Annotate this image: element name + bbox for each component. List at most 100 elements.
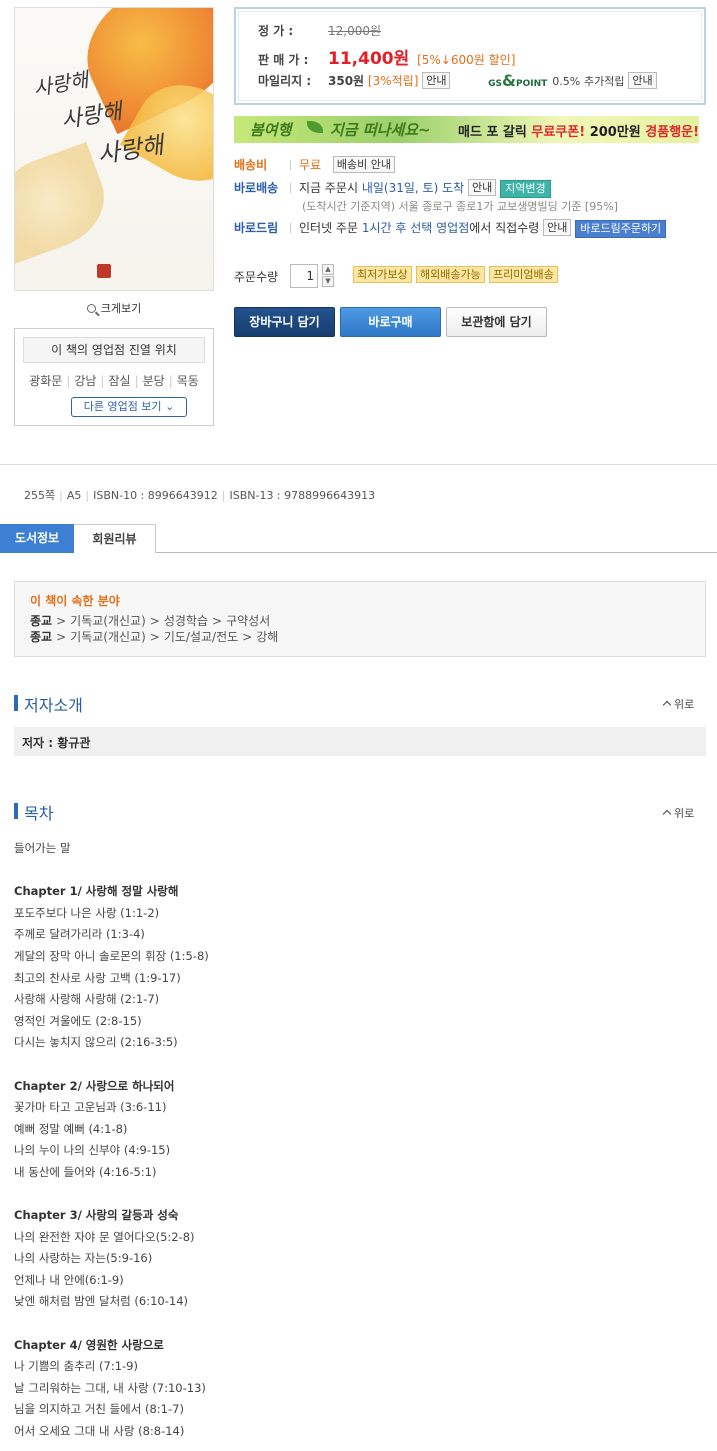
premium-delivery-tag[interactable]: 프리미엄배송 [489, 266, 558, 283]
category-link[interactable]: 종교 [30, 630, 52, 644]
promo-banner[interactable]: 봄여행 지금 떠나세요~ 매드 포 갈릭 무료쿠폰! 200만원 경품행운! [234, 116, 699, 143]
baro-drim-label: 바로드림 [234, 221, 279, 235]
divider [290, 160, 291, 170]
toc-chapter-heading: Chapter 1/ 사랑해 정말 사랑해 [14, 884, 179, 899]
discount-text: [5%↓600원 할인] [417, 53, 516, 67]
other-stores-label: 다른 영업점 보기 [83, 400, 162, 413]
divider: | [66, 374, 71, 388]
section-marker [14, 695, 18, 711]
toc-item: 나의 누이 나의 신부야 (4:9-15) [14, 1143, 171, 1158]
banner-text: 지금 떠나세요~ [330, 121, 431, 139]
toc-item: 주께로 달려가리라 (1:3-4) [14, 927, 145, 942]
delivery-fee-row: 배송비 무료 배송비 안내 [234, 156, 396, 173]
category-link[interactable]: 구약성서 [226, 614, 270, 628]
toc-chapter-heading: Chapter 4/ 영원한 사랑으로 [14, 1337, 164, 1352]
toc-chapter-heading: Chapter 3/ 사랑의 갈등과 성숙 [14, 1208, 179, 1223]
tab-book-info[interactable]: 도서정보 [0, 524, 74, 553]
publisher-logo [97, 264, 111, 278]
gs-rate: 0.5% [552, 75, 581, 88]
toc-item: 영적인 겨울에도 (2:8-15) [14, 1013, 142, 1028]
buy-now-button[interactable]: 바로구매 [340, 307, 441, 337]
author-section-title: 저자소개 [24, 696, 83, 715]
quantity-increase-button[interactable]: ▲ [322, 264, 334, 275]
store-location-title: 이 책의 영업점 진열 위치 [23, 337, 205, 363]
category-link[interactable]: 성경학습 [164, 614, 208, 628]
overseas-shipping-tag[interactable]: 해외배송가능 [416, 266, 485, 283]
toc-item: 다시는 놓치지 않으리 (2:16-3:5) [14, 1035, 178, 1050]
region-change-button[interactable]: 지역변경 [500, 180, 551, 198]
book-cover-image[interactable]: 사랑해 사랑해 사랑해 [14, 7, 214, 291]
gs-info-button[interactable]: 안내 [628, 72, 657, 89]
store-link[interactable]: 잠실 [108, 374, 130, 388]
quantity-input[interactable]: 1 [290, 264, 318, 288]
mileage-label: 마일리지 : [258, 74, 312, 88]
other-stores-button[interactable]: 다른 영업점 보기 ⌄ [71, 397, 187, 417]
divider [0, 464, 717, 465]
chevron-right-icon: > [212, 614, 223, 628]
toc-item: 나의 완전한 자야 문 열어다오(5:2-8) [14, 1229, 195, 1244]
category-title: 이 책이 속한 분야 [30, 594, 120, 608]
toc-section-title: 목차 [24, 804, 54, 823]
banner-offer: 매드 포 갈릭 무료쿠폰! 200만원 경품행운! [458, 121, 699, 140]
category-link[interactable]: 기도/설교/전도 [164, 630, 238, 644]
lowest-price-tag[interactable]: 최저가보상 [353, 266, 412, 283]
back-to-top-link[interactable]: 위로 [664, 805, 694, 821]
store-location-box: 이 책의 영업점 진열 위치 광화문 | 강남 | 잠실 | 분당 | 목동 다른 영업점 보기… [14, 328, 214, 426]
chevron-right-icon: > [149, 614, 160, 628]
direct-delivery-row: 바로배송 지금 주문시 내일(31일, 토) 도착 안내 지역변경 [234, 179, 551, 198]
mileage-row: 마일리지 : 350원 [3%적립] 안내 GS&POINT 0.5% 추가적립 안… [258, 72, 657, 89]
delivery-fee-info-button[interactable]: 배송비 안내 [332, 156, 396, 173]
leaf-icon [307, 121, 323, 133]
toc-item: 어서 오세요 그대 내 사랑 (8:8-14) [14, 1424, 185, 1439]
back-to-top-link[interactable]: 위로 [664, 696, 694, 712]
quantity-label: 주문수량 [234, 270, 279, 284]
category-link[interactable]: 기독교(개신교) [70, 614, 146, 628]
category-path: 종교 > 기독교(개신교) > 기도/설교/전도 > 강해 [30, 628, 278, 645]
sale-price-label: 판 매 가 : [258, 53, 309, 67]
list-price-value: 12,000원 [328, 24, 382, 38]
mileage-value: 350원 [328, 74, 365, 88]
gs-text: 추가적립 [584, 75, 625, 88]
divider [290, 223, 291, 233]
zoom-link[interactable]: 크게보기 [14, 300, 214, 316]
gs-logo-point-text: POINT [515, 79, 548, 89]
add-to-wishlist-button[interactable]: 보관함에 담기 [446, 307, 547, 337]
direct-delivery-info-button[interactable]: 안내 [468, 179, 497, 196]
toc-spacer [14, 1184, 704, 1206]
baro-drim-order-button[interactable]: 바로드림주문하기 [575, 220, 667, 238]
toc-item: 님을 의지하고 거친 들에서 (8:1-7) [14, 1402, 184, 1417]
divider [290, 183, 291, 193]
mileage-info-button[interactable]: 안내 [422, 72, 451, 89]
list-price-row: 정 가 : 12,000원 [258, 22, 381, 39]
category-box: 이 책이 속한 분야 종교 > 기독교(개신교) > 성경학습 > 구약성서 종교 > 기독교(… [14, 581, 706, 657]
add-to-cart-button[interactable]: 장바구니 담기 [234, 307, 335, 337]
store-link[interactable]: 광화문 [29, 374, 62, 388]
chevron-right-icon: > [242, 630, 253, 644]
category-link[interactable]: 종교 [30, 614, 52, 628]
category-link[interactable]: 강해 [256, 630, 278, 644]
toc-item: 들어가는 말 [14, 841, 71, 855]
gs-point-logo: GS&POINT [488, 71, 548, 90]
baro-drim-time: 1시간 후 선택 영업점 [361, 221, 470, 235]
price-box: 정 가 : 12,000원 판 매 가 : 11,400원 [5%↓600원 할인]… [234, 7, 706, 105]
baro-drim-info-button[interactable]: 안내 [543, 219, 572, 236]
author-box: 저자 : 황규관 [14, 727, 706, 756]
quantity-decrease-button[interactable]: ▼ [322, 276, 334, 287]
list-price-label: 정 가 : [258, 24, 294, 38]
divider: | [134, 374, 139, 388]
tab-member-review[interactable]: 회원리뷰 [74, 524, 156, 553]
divider: | [59, 489, 63, 502]
author-name: 저자 : 황규관 [22, 736, 91, 750]
store-link[interactable]: 분당 [143, 374, 165, 388]
baro-drim-row: 바로드림 인터넷 주문 1시간 후 선택 영업점에서 직접수령 안내 바로드림주문… [234, 219, 667, 238]
banner-offer-text: 매드 포 갈릭 [458, 125, 527, 140]
cover-title-line: 사랑해 [31, 67, 91, 101]
store-link[interactable]: 목동 [177, 374, 199, 388]
gs-logo-text: GS [488, 79, 503, 89]
delivery-fee-value: 무료 [299, 158, 322, 172]
toc-item: 예뻐 정말 예뻐 (4:1-8) [14, 1121, 128, 1136]
toc-item: 최고의 찬사로 사랑 고백 (1:9-17) [14, 970, 181, 985]
category-link[interactable]: 기독교(개신교) [70, 630, 146, 644]
divider: | [221, 489, 226, 502]
store-link[interactable]: 강남 [74, 374, 96, 388]
